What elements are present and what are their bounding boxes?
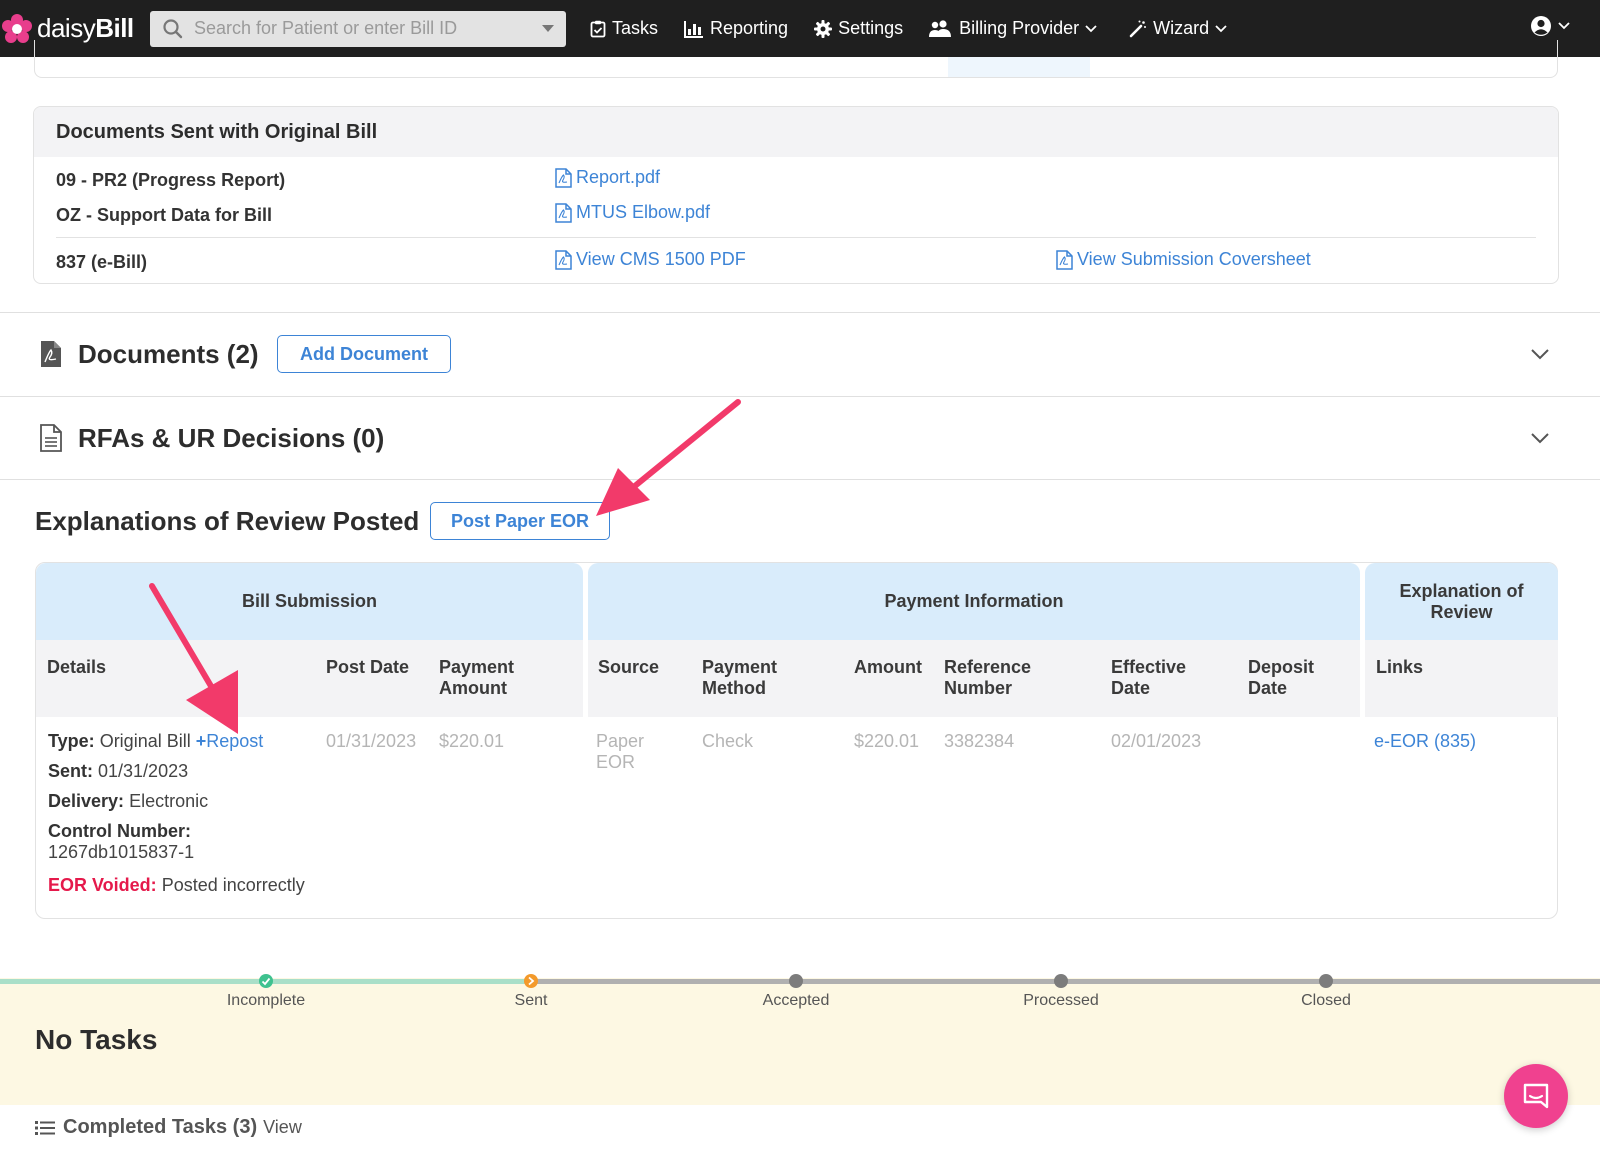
timeline-label: Sent — [514, 992, 548, 1009]
column-header-payment-amount: Payment Amount — [439, 657, 515, 698]
timeline-step-incomplete-check-icon — [259, 974, 273, 988]
timeline-step-accepted-dot — [789, 974, 803, 988]
view-submission-coversheet-link[interactable]: View Submission Coversheet — [1056, 249, 1311, 270]
nav-tasks[interactable]: Tasks — [590, 18, 658, 39]
timeline-step-processed-dot — [1054, 974, 1068, 988]
column-header-links: Links — [1376, 657, 1424, 677]
group-header-bill-submission: Bill Submission — [36, 563, 583, 640]
timeline-step-closed-dot — [1319, 974, 1333, 988]
group-header-explanation-of-review: Explanation of Review — [1365, 563, 1558, 640]
doc-type-label: 837 (e-Bill) — [56, 252, 148, 272]
divider — [0, 479, 1600, 480]
chevron-down-icon[interactable] — [1530, 348, 1550, 360]
doc-link-report[interactable]: Report.pdf — [555, 167, 660, 188]
clipboard-check-icon — [590, 20, 606, 37]
cell-payment-amount: $220.01 — [439, 731, 505, 751]
nav-settings[interactable]: Settings — [814, 18, 903, 39]
nav-billing-provider[interactable]: Billing Provider — [929, 18, 1103, 39]
doc-link-mtus-elbow[interactable]: MTUS Elbow.pdf — [555, 202, 710, 223]
detail-type: Type: Original Bill +Repost — [48, 731, 264, 751]
documents-sent-card: Documents Sent with Original Bill 09 - P… — [33, 106, 1559, 284]
repost-link[interactable]: +Repost — [196, 731, 264, 751]
pdf-file-icon — [555, 249, 572, 270]
doc-type-label: OZ - Support Data for Bill — [56, 205, 272, 225]
documents-section-header[interactable]: Documents (2) Add Document — [0, 313, 1600, 395]
search-dropdown-caret-icon[interactable] — [542, 25, 554, 32]
divider — [56, 237, 1536, 238]
timeline-label: Closed — [1301, 992, 1351, 1009]
cell-amount: $220.01 — [854, 731, 920, 751]
cell-reference-number: 3382384 — [944, 731, 1015, 751]
column-header-deposit-date: Deposit Date — [1248, 657, 1315, 698]
bar-chart-icon — [684, 20, 704, 38]
chevron-down-icon — [1558, 22, 1570, 30]
pdf-file-icon — [1056, 249, 1073, 270]
nav-reporting[interactable]: Reporting — [684, 18, 788, 39]
view-completed-tasks-link[interactable]: View — [263, 1117, 302, 1138]
search-placeholder: Search for Patient or enter Bill ID — [194, 18, 458, 38]
column-header-payment-method: Payment Method — [702, 657, 778, 698]
detail-eor-voided: EOR Voided: Posted incorrectly — [48, 875, 305, 895]
detail-control-number: Control Number: 1267db1015837-1 — [48, 821, 195, 862]
timeline-label: Processed — [1023, 992, 1099, 1009]
plus-icon: + — [195, 731, 207, 751]
rfas-section-header[interactable]: RFAs & UR Decisions (0) — [0, 397, 1600, 479]
chat-launcher-button[interactable] — [1504, 1064, 1568, 1128]
nav-wizard[interactable]: Wizard — [1129, 18, 1233, 39]
user-menu[interactable] — [1530, 15, 1570, 37]
user-circle-icon — [1531, 16, 1551, 36]
column-header-band — [1365, 640, 1558, 717]
eor-table: Bill Submission Payment Information Expl… — [35, 562, 1558, 919]
view-cms-1500-link[interactable]: View CMS 1500 PDF — [555, 249, 746, 270]
magic-wand-icon — [1129, 20, 1147, 37]
list-icon — [35, 1120, 55, 1135]
cell-source: Paper EOR — [596, 731, 645, 772]
group-header-payment-information: Payment Information — [588, 563, 1360, 640]
doc-type-label: 09 - PR2 (Progress Report) — [56, 170, 286, 190]
gear-icon — [814, 19, 833, 38]
daisy-flower-icon — [2, 13, 32, 43]
column-header-amount: Amount — [854, 657, 922, 677]
cell-effective-date: 02/01/2023 — [1111, 731, 1202, 751]
eor-section-title: Explanations of Review Posted — [35, 506, 420, 536]
completed-tasks-row[interactable]: Completed Tasks (3) View — [35, 1116, 302, 1139]
cell-payment-method: Check — [702, 731, 754, 751]
cell-post-date: 01/31/2023 — [326, 731, 417, 751]
no-tasks-heading: No Tasks — [35, 1024, 158, 1055]
documents-sent-title: Documents Sent with Original Bill — [34, 107, 1558, 157]
chevron-down-icon[interactable] — [1530, 432, 1550, 444]
timeline-label: Accepted — [762, 992, 830, 1009]
document-icon — [40, 424, 62, 452]
documents-title: Documents (2) — [78, 338, 259, 369]
column-header-details: Details — [47, 657, 107, 677]
completed-tasks-label: Completed Tasks (3) — [63, 1116, 258, 1138]
pdf-file-icon — [41, 341, 61, 367]
e-eor-link[interactable]: e-EOR (835) — [1374, 731, 1476, 752]
post-paper-eor-button[interactable]: Post Paper EOR — [430, 502, 610, 540]
pdf-file-icon — [555, 167, 572, 188]
previous-card-bottom — [34, 40, 1558, 78]
chat-icon — [1523, 1083, 1549, 1109]
column-header-effective-date: Effective Date — [1111, 657, 1187, 698]
detail-sent: Sent: 01/31/2023 — [48, 761, 189, 781]
timeline-label: Incomplete — [226, 992, 306, 1009]
column-header-source: Source — [598, 657, 660, 677]
detail-delivery: Delivery: Electronic — [48, 791, 209, 811]
pdf-file-icon — [555, 202, 572, 223]
chevron-down-icon — [1215, 24, 1227, 32]
column-header-reference-number: Reference Number — [944, 657, 1032, 698]
timeline-step-sent-arrow-icon — [524, 974, 538, 988]
chevron-down-icon — [1085, 24, 1097, 32]
add-document-button[interactable]: Add Document — [277, 335, 451, 373]
rfas-title: RFAs & UR Decisions (0) — [78, 422, 385, 453]
column-header-post-date: Post Date — [326, 657, 410, 677]
search-icon — [163, 18, 183, 38]
users-icon — [929, 19, 952, 37]
